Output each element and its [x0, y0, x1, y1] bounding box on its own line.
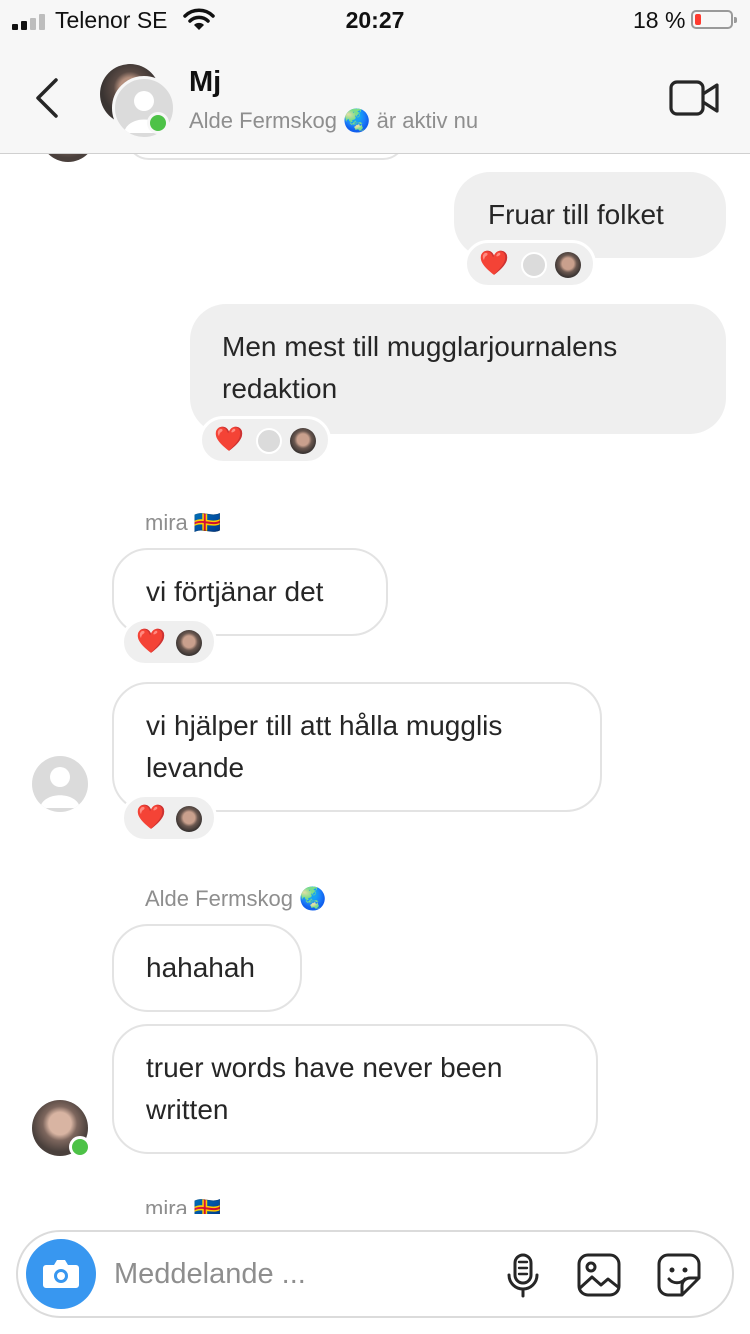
message-text: vi hjälper till att hålla mugglis levand… — [146, 710, 503, 783]
chat-header: Mj Alde Fermskog 🌏 är aktiv nu — [0, 40, 750, 154]
sender-name: Alde Fermskog — [145, 886, 293, 911]
message-text: Men mest till mugglarjournalens redaktio… — [222, 331, 618, 404]
reactor-avatar — [176, 806, 202, 832]
message-composer[interactable]: Meddelande ... — [16, 1230, 734, 1318]
sender-avatar-placeholder[interactable] — [32, 756, 88, 812]
heart-reaction-icon: ❤️ — [479, 250, 509, 277]
sender-label: mira 🇦🇽 — [145, 510, 221, 536]
sender-name: mira — [145, 1196, 188, 1214]
previous-message-cutoff[interactable] — [126, 154, 406, 160]
message-reactions[interactable]: ❤️ — [464, 240, 596, 288]
message-text: vi förtjänar det — [146, 576, 324, 607]
active-status: Alde Fermskog 🌏 är aktiv nu — [189, 108, 478, 134]
message-input[interactable]: Meddelande ... — [114, 1258, 306, 1291]
sticker-icon[interactable] — [656, 1252, 702, 1298]
globe-emoji: 🌏 — [343, 108, 371, 133]
video-call-icon[interactable] — [668, 78, 720, 118]
active-user-name: Alde Fermskog — [189, 108, 337, 133]
aland-flag-emoji: 🇦🇽 — [193, 510, 222, 535]
incoming-message[interactable]: vi hjälper till att hålla mugglis levand… — [112, 682, 602, 812]
heart-reaction-icon: ❤️ — [136, 804, 166, 831]
message-thread[interactable]: Fruar till folket ❤️ Men mest till muggl… — [0, 154, 750, 1214]
reactor-avatar — [256, 428, 282, 454]
heart-reaction-icon: ❤️ — [214, 426, 244, 453]
incoming-message[interactable]: truer words have never been written — [112, 1024, 598, 1154]
message-text: hahahah — [146, 952, 256, 983]
incoming-message[interactable]: hahahah — [112, 924, 302, 1012]
message-reactions[interactable]: ❤️ — [121, 618, 217, 666]
status-bar: Telenor SE 20:27 18 % — [0, 0, 750, 40]
sender-label: mira 🇦🇽 — [145, 1196, 221, 1214]
chat-title[interactable]: Mj — [189, 66, 221, 99]
reactor-avatar — [290, 428, 316, 454]
online-status-dot — [69, 1136, 91, 1158]
camera-button[interactable] — [26, 1239, 96, 1309]
sender-name: mira — [145, 510, 188, 535]
microphone-icon[interactable] — [500, 1252, 546, 1298]
previous-sender-avatar[interactable] — [40, 154, 96, 162]
gallery-icon[interactable] — [576, 1252, 622, 1298]
message-reactions[interactable]: ❤️ — [199, 416, 331, 464]
message-reactions[interactable]: ❤️ — [121, 794, 217, 842]
reactor-avatar — [176, 630, 202, 656]
reactor-avatar — [521, 252, 547, 278]
back-chevron-icon[interactable] — [28, 76, 68, 120]
camera-icon — [43, 1260, 79, 1288]
group-avatar-placeholder[interactable] — [112, 76, 176, 140]
online-status-dot — [147, 112, 169, 134]
sender-label: Alde Fermskog 🌏 — [145, 886, 326, 912]
message-text: Fruar till folket — [488, 199, 664, 230]
reactor-avatar — [555, 252, 581, 278]
battery-icon — [691, 10, 737, 29]
globe-emoji: 🌏 — [299, 886, 327, 911]
heart-reaction-icon: ❤️ — [136, 628, 166, 655]
message-text: truer words have never been written — [146, 1052, 503, 1125]
aland-flag-emoji: 🇦🇽 — [193, 1196, 222, 1214]
active-status-text: är aktiv nu — [376, 108, 479, 133]
outgoing-message[interactable]: Men mest till mugglarjournalens redaktio… — [190, 304, 726, 434]
battery-percentage: 18 % — [633, 7, 686, 33]
